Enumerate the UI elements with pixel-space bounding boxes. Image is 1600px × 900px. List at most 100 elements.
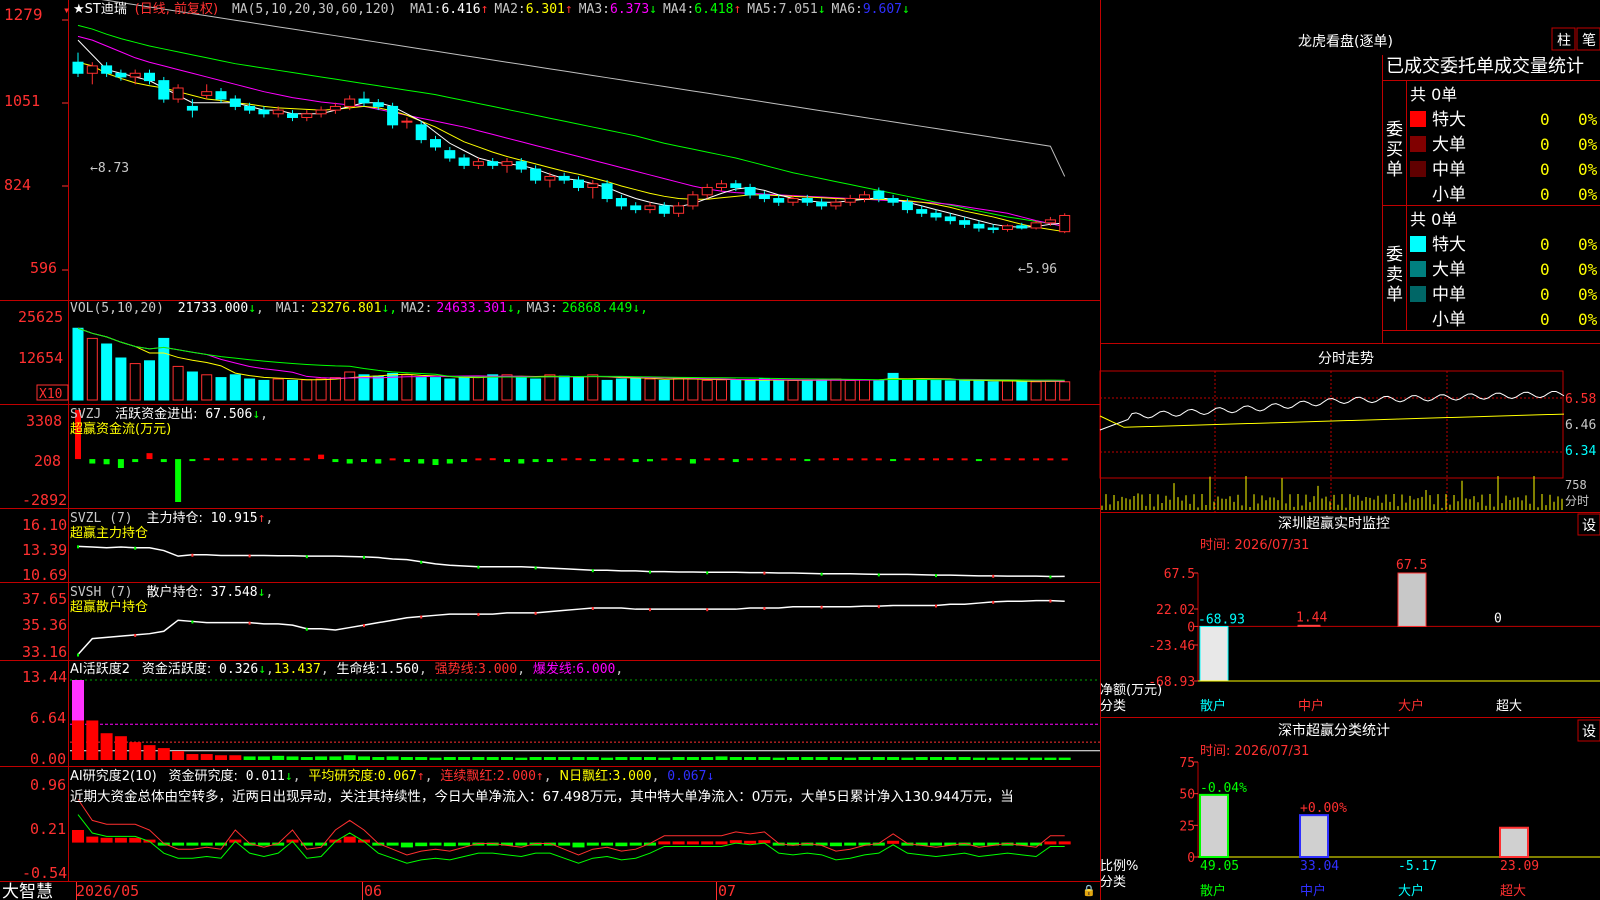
vol-item-arrow-3: ↓, (632, 301, 648, 316)
ai-research-panel (72, 798, 1071, 864)
candle-body (730, 183, 742, 188)
flow-bar (918, 458, 925, 461)
lock-icon[interactable]: 🔒 (1082, 884, 1096, 897)
svsh-value: 37.548 (211, 585, 258, 600)
lhkp-sell-side-char: 委 (1386, 245, 1403, 265)
ai1-bar (844, 757, 857, 760)
lhkp-buy-row-value: 0 (1540, 135, 1550, 154)
flow-bar (761, 458, 768, 461)
ai2-bar (515, 842, 528, 846)
btn-bar[interactable]: 柱 (1557, 33, 1571, 49)
ai2-l4: N日飘红: (559, 768, 612, 784)
ai1-bar (272, 755, 285, 760)
lhkp-buy-side-char: 买 (1386, 140, 1403, 160)
ai1-bar (300, 757, 313, 760)
lhkp-buy-row-pct: 0% (1578, 160, 1598, 179)
candle-body (329, 105, 341, 111)
szstat-time: 时间: 2026/07/31 (1200, 744, 1309, 759)
svsh-header: SVSH (7) 散户持仓: 37.548↓, (70, 584, 273, 600)
szstat-category: 超大 (1500, 884, 1526, 899)
svzl-marker (191, 553, 194, 557)
ai1-bar (872, 757, 885, 760)
lhkp-buy-row-label: 中单 (1432, 160, 1466, 180)
stock-period: (日线, 前复权) (135, 1, 218, 17)
ai2-bar (887, 840, 900, 844)
ai2-bar (129, 837, 142, 843)
szmon-axis-label: 67.5 (1164, 567, 1195, 582)
ai2-bar (400, 842, 413, 848)
ai1-bar (286, 756, 299, 760)
lhkp-buy-row-value: 0 (1540, 185, 1550, 204)
app-logo[interactable]: 大智慧 (2, 882, 53, 900)
svsh-marker (763, 606, 766, 610)
ai1-bar (944, 757, 957, 760)
vol-item-value-2: 24633.301 (436, 301, 506, 316)
svsh-marker (591, 606, 594, 610)
vol-item-value-3: 26868.449 (562, 301, 632, 316)
szmon-set-button[interactable]: 设 (1582, 518, 1596, 534)
lhkp-buy-row-label: 小单 (1432, 185, 1466, 205)
ai1-bar (829, 757, 842, 760)
ai1-bar (129, 742, 142, 760)
szmon-ylabel: 净额(万元) (1100, 683, 1162, 698)
lhkp-buy-swatch (1410, 161, 1426, 177)
szstat-set-button[interactable]: 设 (1582, 724, 1596, 740)
flow-bar (875, 458, 882, 461)
flow-bar (1061, 458, 1068, 461)
flow-bar (489, 458, 496, 461)
ai1-bar (601, 757, 614, 760)
ai1-bar (558, 757, 571, 760)
flow-bar (546, 459, 553, 463)
candle-body (344, 98, 356, 107)
volume-bar (558, 375, 570, 401)
ai2-bar (343, 836, 356, 843)
flow-bar (189, 459, 196, 462)
ai1-bar (1015, 757, 1028, 760)
btn-pen[interactable]: 笔 (1582, 33, 1596, 49)
svzl-marker (420, 560, 423, 564)
svsh-marker (305, 627, 308, 631)
ai2-v4: 3.000 (613, 769, 652, 784)
ai1-bar (114, 736, 127, 760)
flow-bar (675, 458, 682, 461)
svzl-marker (877, 573, 880, 577)
ai2-axis-2: 0.21 (30, 820, 66, 838)
svzl-axis-1: 16.10 (22, 516, 67, 534)
svzl-marker (649, 570, 651, 574)
menu-arrow-icon[interactable]: ▾ (63, 3, 70, 17)
candle-body (1030, 222, 1042, 229)
candle-body (573, 179, 584, 188)
ai1-title: 资金活跃度: (142, 661, 211, 677)
ai1-bar (572, 757, 585, 760)
flow-bar (375, 459, 382, 464)
szmon-axis-label: 22.02 (1156, 603, 1195, 618)
candle-body (959, 220, 971, 225)
svsh-marker (706, 608, 709, 612)
lhkp-sell-row-pct: 0% (1578, 310, 1598, 329)
volume-bar (658, 379, 670, 401)
ai2-bar (572, 842, 585, 848)
ai1-bar (72, 680, 84, 721)
ai1-bar (901, 757, 914, 760)
volume-bar (701, 379, 713, 401)
lhkp-buy-swatch (1410, 111, 1426, 127)
candle-body (315, 109, 327, 115)
lhkp-buy-row-label: 特大 (1432, 110, 1466, 130)
candle-body (558, 175, 570, 181)
volume-bar (944, 380, 956, 401)
szmon-xlabel: 分类 (1100, 699, 1126, 714)
lhkp-sell-swatch (1410, 286, 1426, 302)
candle-body (215, 91, 227, 100)
candle-body (72, 61, 84, 74)
volume-bar (573, 377, 584, 401)
szstat-top-label: +0.00% (1300, 801, 1347, 816)
flow-bar (904, 458, 911, 461)
volume-bar (1059, 381, 1071, 401)
ai2-bar (930, 842, 942, 846)
volume-bar (244, 378, 256, 401)
price-axis-label-4: 596 (30, 259, 57, 277)
svsh-marker (992, 600, 995, 604)
svzj-panel (75, 410, 1068, 502)
flow-bar (747, 458, 754, 461)
svzl-marker (935, 574, 937, 578)
